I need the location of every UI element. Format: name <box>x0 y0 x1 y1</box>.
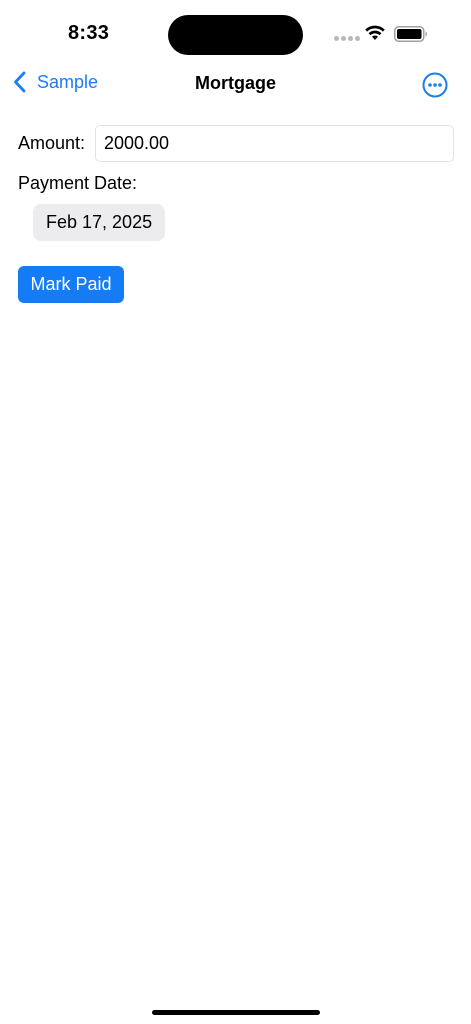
payment-date-label: Payment Date: <box>18 173 138 193</box>
status-time: 8:33 <box>68 22 110 44</box>
amount-label: Amount: <box>18 132 86 153</box>
payment-date-picker[interactable]: Feb 17, 2025 <box>33 204 166 241</box>
battery-icon <box>394 26 427 42</box>
page-title: Mortgage <box>195 73 276 93</box>
dynamic-island <box>168 15 303 55</box>
payment-form: Amount: Payment Date: Feb 17, 2025 Mark … <box>18 124 454 303</box>
navigation-bar: Sample Mortgage <box>0 64 471 108</box>
cellular-signal-icon <box>334 36 360 41</box>
wifi-icon <box>365 25 385 40</box>
mark-paid-button[interactable]: Mark Paid <box>18 266 124 303</box>
amount-input[interactable] <box>95 124 454 162</box>
home-indicator <box>152 1010 320 1015</box>
ellipsis-circle-icon[interactable] <box>422 72 448 98</box>
status-bar: 8:33 <box>0 0 471 70</box>
amount-row: Amount: <box>18 124 454 162</box>
